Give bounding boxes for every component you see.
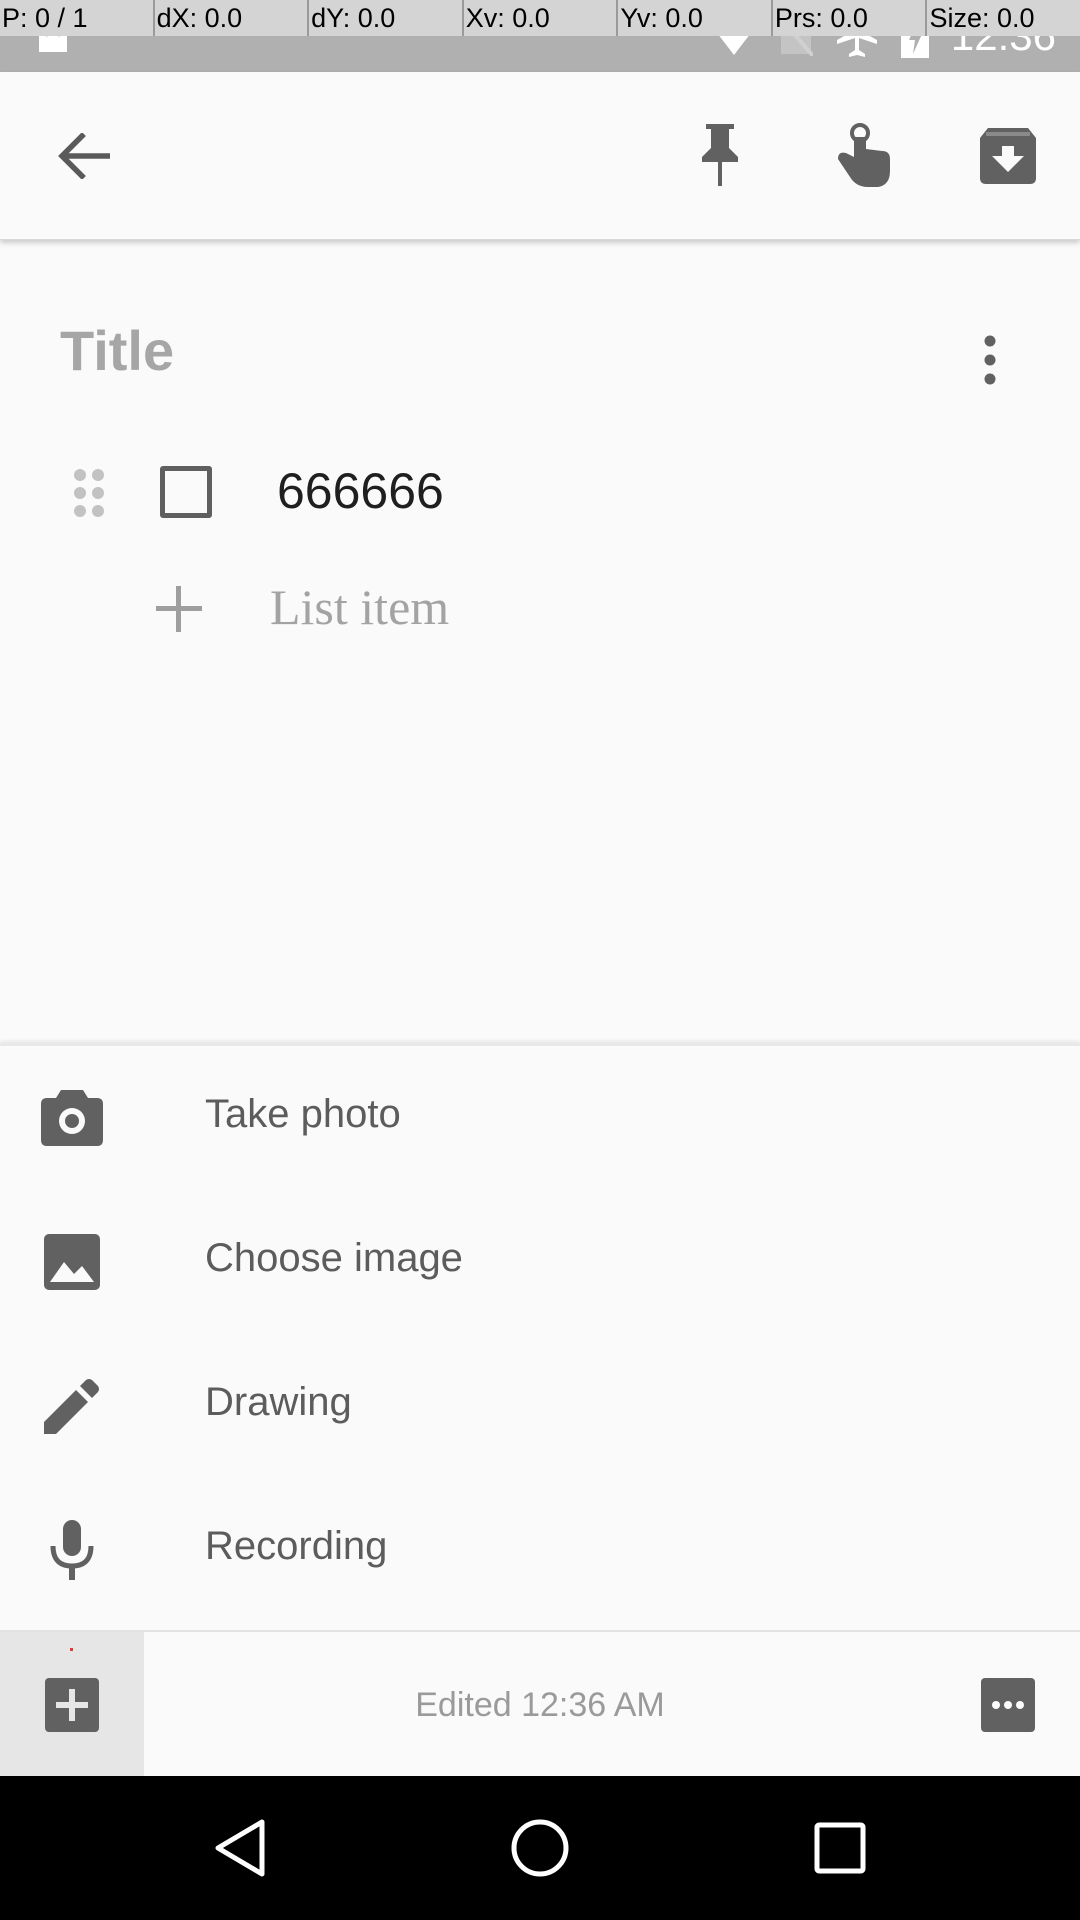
take-photo-option[interactable]: Take photo — [0, 1046, 1080, 1190]
more-actions-button[interactable] — [936, 1632, 1080, 1778]
add-list-item-placeholder: List item — [270, 579, 450, 635]
add-content-sheet: Take photo Choose image Drawing Recordin… — [0, 1043, 1080, 1630]
microphone-icon — [50, 1520, 94, 1580]
pointer-dx: dX: 0.0 — [152, 0, 308, 36]
nav-home-button[interactable] — [450, 1776, 630, 1920]
camera-icon — [41, 1090, 103, 1146]
choose-image-label: Choose image — [205, 1236, 463, 1280]
pointer-size: Size: 0.0 — [925, 0, 1080, 36]
drag-handle-icon[interactable] — [72, 468, 106, 518]
pin-icon — [702, 124, 738, 186]
note-title-field[interactable]: Title — [60, 318, 174, 383]
bottom-bar: Edited 12:36 AM — [0, 1630, 1080, 1778]
drawing-label: Drawing — [205, 1380, 352, 1424]
pointer-pressure: Prs: 0.0 — [770, 0, 926, 36]
reminder-icon — [838, 123, 890, 187]
pointer-dy: dY: 0.0 — [307, 0, 462, 36]
list-item-text[interactable]: 666666 — [277, 462, 444, 520]
add-content-button[interactable] — [0, 1632, 144, 1778]
more-horiz-box-icon — [981, 1678, 1035, 1732]
pointer-xv: Xv: 0.0 — [461, 0, 617, 36]
back-button[interactable] — [24, 72, 144, 240]
nav-recents-button[interactable] — [750, 1776, 930, 1920]
touch-indicator-dot — [70, 1648, 73, 1651]
pin-button[interactable] — [660, 72, 780, 240]
list-item: 666666 — [0, 440, 1080, 550]
nav-back-icon — [215, 1819, 265, 1877]
back-arrow-icon — [58, 133, 110, 179]
archive-icon — [980, 128, 1036, 184]
more-vert-icon — [984, 335, 996, 385]
drawing-option[interactable]: Drawing — [0, 1334, 1080, 1478]
archive-button[interactable] — [948, 72, 1068, 240]
take-photo-label: Take photo — [205, 1092, 401, 1136]
recording-option[interactable]: Recording — [0, 1478, 1080, 1622]
pointer-location-bar: P: 0 / 1 dX: 0.0 dY: 0.0 Xv: 0.0 Yv: 0.0… — [0, 0, 1080, 36]
nav-back-button[interactable] — [150, 1776, 330, 1920]
nav-recents-icon — [814, 1822, 866, 1874]
recording-label: Recording — [205, 1524, 388, 1568]
pen-icon — [44, 1379, 99, 1434]
navigation-bar — [0, 1776, 1080, 1920]
plus-icon — [156, 586, 202, 632]
list-item-checkbox[interactable] — [160, 466, 212, 518]
note-options-button[interactable] — [960, 320, 1020, 400]
image-icon — [44, 1234, 100, 1290]
add-list-item-row[interactable]: List item — [0, 560, 1080, 660]
reminder-button[interactable] — [802, 72, 922, 240]
choose-image-option[interactable]: Choose image — [0, 1190, 1080, 1334]
nav-home-icon — [511, 1819, 569, 1877]
edited-timestamp: Edited 12:36 AM — [415, 1686, 665, 1724]
add-box-icon — [45, 1678, 99, 1732]
note-toolbar — [0, 72, 1080, 240]
pointer-count: P: 0 / 1 — [2, 3, 88, 33]
pointer-yv: Yv: 0.0 — [616, 0, 771, 36]
